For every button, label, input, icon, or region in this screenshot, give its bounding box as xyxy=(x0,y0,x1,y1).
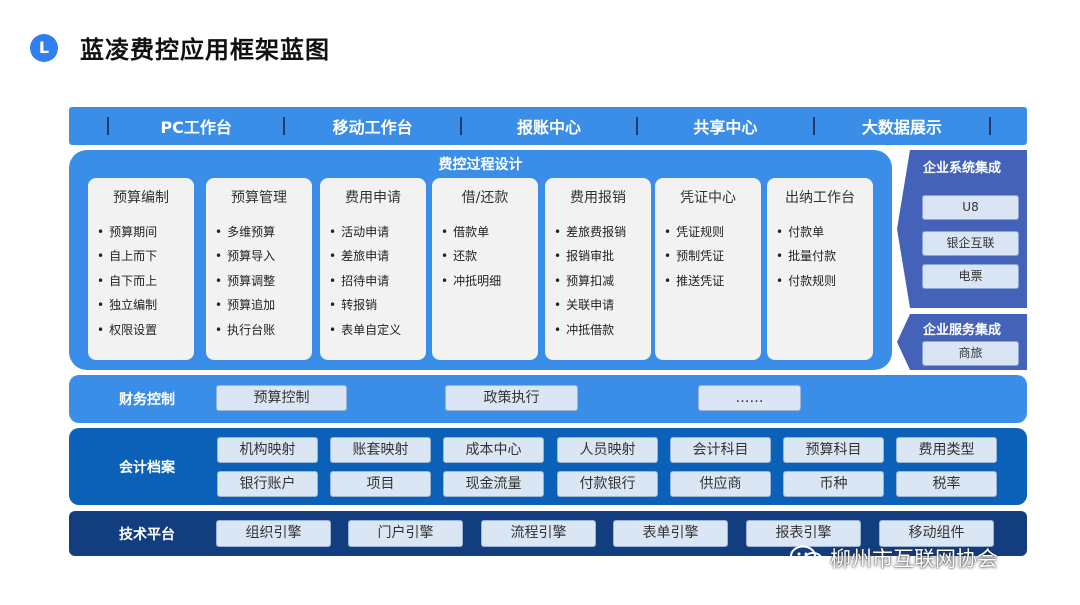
process-design-title: 费控过程设计 xyxy=(438,157,523,173)
process-card-title: 出纳工作台 xyxy=(785,190,855,206)
archive-item: 成本中心 xyxy=(443,437,544,463)
process-card-item: 自下而上 xyxy=(97,269,194,293)
process-card: 预算编制预算期间自上而下自下而上独立编制权限设置 xyxy=(88,178,194,360)
finance-item-more: …… xyxy=(698,385,801,411)
top-item-shared-center: 共享中心 xyxy=(693,118,758,137)
process-card-title: 费用报销 xyxy=(570,190,626,206)
row-label: 会计档案 xyxy=(119,460,175,476)
archive-item: 预算科目 xyxy=(783,437,884,463)
archive-item: 付款银行 xyxy=(557,471,658,497)
process-card-item: 借款单 xyxy=(441,220,538,244)
integration-item-bank: 银企互联 xyxy=(922,231,1019,256)
process-card-list: 付款单批量付款付款规则 xyxy=(767,220,873,293)
process-card: 凭证中心凭证规则预制凭证推送凭证 xyxy=(655,178,761,360)
process-card-item: 冲抵借款 xyxy=(554,318,651,342)
archive-item: 人员映射 xyxy=(557,437,658,463)
process-card-item: 差旅费报销 xyxy=(554,220,651,244)
process-card: 预算管理多维预算预算导入预算调整预算追加执行台账 xyxy=(206,178,312,360)
process-card-list: 多维预算预算导入预算调整预算追加执行台账 xyxy=(206,220,312,342)
archive-item: 币种 xyxy=(783,471,884,497)
process-card-item: 招待申请 xyxy=(329,269,426,293)
process-card-list: 预算期间自上而下自下而上独立编制权限设置 xyxy=(88,220,194,342)
process-card: 费用报销差旅费报销报销审批预算扣减关联申请冲抵借款 xyxy=(545,178,651,360)
archive-item: 现金流量 xyxy=(443,471,544,497)
process-card-item: 差旅申请 xyxy=(329,244,426,268)
archive-item: 账套映射 xyxy=(330,437,431,463)
top-item-expense-center: 报账中心 xyxy=(517,118,582,137)
process-card-item: 自上而下 xyxy=(97,244,194,268)
divider xyxy=(989,117,992,135)
process-card-item: 预制凭证 xyxy=(664,244,761,268)
process-card-item: 报销审批 xyxy=(554,244,651,268)
process-card-item: 还款 xyxy=(441,244,538,268)
process-card-item: 凭证规则 xyxy=(664,220,761,244)
tech-platform-item: 门户引擎 xyxy=(348,520,463,547)
process-design-panel: 费控过程设计 预算编制预算期间自上而下自下而上独立编制权限设置预算管理多维预算预… xyxy=(69,150,892,370)
archive-item: 会计科目 xyxy=(670,437,771,463)
archive-item: 机构映射 xyxy=(217,437,318,463)
process-card-item: 预算导入 xyxy=(215,244,312,268)
process-card-item: 权限设置 xyxy=(97,318,194,342)
watermark: 柳州市互联网协会 xyxy=(790,543,998,573)
archive-item: 银行账户 xyxy=(217,471,318,497)
top-bar: PC工作台 移动工作台 报账中心 共享中心 大数据展示 xyxy=(69,107,1027,145)
finance-item-policy-exec: 政策执行 xyxy=(445,385,578,411)
process-card-item: 冲抵明细 xyxy=(441,269,538,293)
row-label: 技术平台 xyxy=(119,527,175,543)
process-card-list: 凭证规则预制凭证推送凭证 xyxy=(655,220,761,293)
tech-platform-item: 组织引擎 xyxy=(216,520,331,547)
enterprise-service-integration: 企业服务集成 商旅 xyxy=(897,314,1027,370)
process-card-list: 活动申请差旅申请招待申请转报销表单自定义 xyxy=(320,220,426,342)
process-card-list: 差旅费报销报销审批预算扣减关联申请冲抵借款 xyxy=(545,220,651,342)
process-card-item: 表单自定义 xyxy=(329,318,426,342)
top-item-mobile-workbench: 移动工作台 xyxy=(332,118,413,137)
process-card-item: 预算追加 xyxy=(215,293,312,317)
finance-control-row: 财务控制 预算控制 政策执行 …… xyxy=(69,375,1027,423)
process-card-item: 预算扣减 xyxy=(554,269,651,293)
process-card-item: 付款规则 xyxy=(776,269,873,293)
process-card-title: 借/还款 xyxy=(461,190,509,206)
process-card-item: 推送凭证 xyxy=(664,269,761,293)
tech-platform-item: 表单引擎 xyxy=(613,520,728,547)
archive-item: 项目 xyxy=(330,471,431,497)
finance-item-budget-control: 预算控制 xyxy=(216,385,347,411)
integration-title: 企业服务集成 xyxy=(922,323,1001,338)
process-card: 借/还款借款单还款冲抵明细 xyxy=(432,178,538,360)
archive-item: 供应商 xyxy=(670,471,771,497)
top-item-bigdata-display: 大数据展示 xyxy=(861,118,942,137)
archive-item: 费用类型 xyxy=(896,437,997,463)
integration-item-travel: 商旅 xyxy=(922,341,1019,366)
process-card-item: 付款单 xyxy=(776,220,873,244)
accounting-archive-row: 会计档案 机构映射 账套映射 成本中心 人员映射 会计科目 预算科目 费用类型银行账户 项目现… xyxy=(69,428,1027,505)
wechat-icon xyxy=(790,545,824,570)
process-card-item: 预算调整 xyxy=(215,269,312,293)
archive-item: 税率 xyxy=(896,471,997,497)
process-card-item: 关联申请 xyxy=(554,293,651,317)
integration-item-einvoice: 电票 xyxy=(922,264,1019,289)
tech-platform-item: 流程引擎 xyxy=(481,520,596,547)
process-card-item: 多维预算 xyxy=(215,220,312,244)
process-card-item: 独立编制 xyxy=(97,293,194,317)
top-item-pc-workbench: PC工作台 xyxy=(160,118,232,137)
process-card-item: 执行台账 xyxy=(215,318,312,342)
process-card-title: 预算编制 xyxy=(113,190,169,206)
process-card-list: 借款单还款冲抵明细 xyxy=(432,220,538,293)
process-card-title: 费用申请 xyxy=(345,190,401,206)
watermark-text: 柳州市互联网协会 xyxy=(830,547,998,571)
process-card-item: 活动申请 xyxy=(329,220,426,244)
brand-logo-icon: L xyxy=(30,34,58,62)
process-card: 出纳工作台付款单批量付款付款规则 xyxy=(767,178,873,360)
row-label: 财务控制 xyxy=(119,392,175,408)
process-card-item: 预算期间 xyxy=(97,220,194,244)
integration-item-u8: U8 xyxy=(922,195,1019,220)
integration-title: 企业系统集成 xyxy=(922,161,1001,176)
process-card-title: 预算管理 xyxy=(231,190,287,206)
page-title: 蓝凌费控应用框架蓝图 xyxy=(80,36,330,64)
process-card-title: 凭证中心 xyxy=(680,190,736,206)
process-card-item: 批量付款 xyxy=(776,244,873,268)
process-card: 费用申请活动申请差旅申请招待申请转报销表单自定义 xyxy=(320,178,426,360)
enterprise-system-integration: 企业系统集成 U8 银企互联 电票 xyxy=(897,150,1027,308)
process-card-item: 转报销 xyxy=(329,293,426,317)
